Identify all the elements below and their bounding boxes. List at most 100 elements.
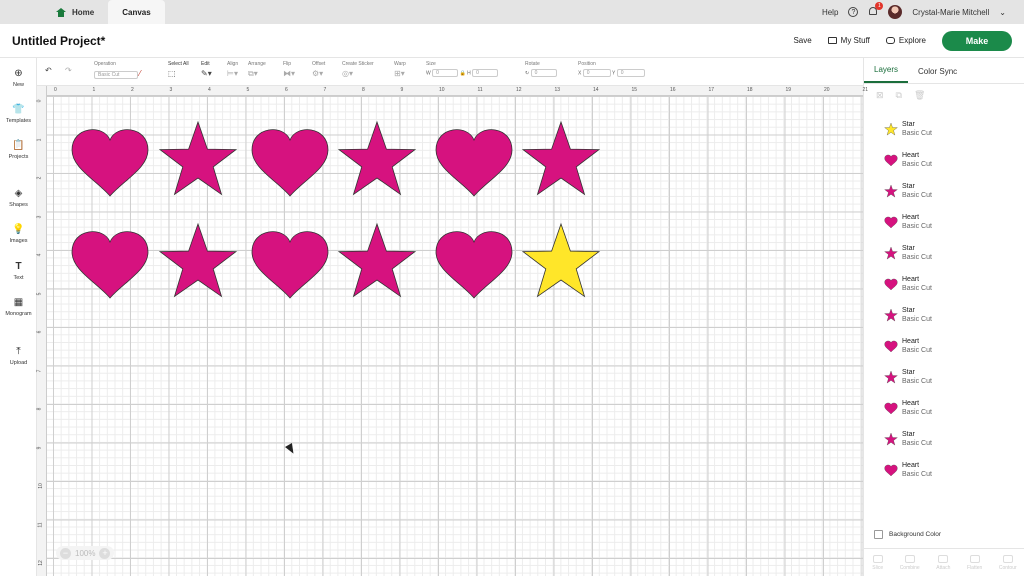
layer-name: Heart <box>902 461 920 469</box>
layer-operation: Basic Cut <box>902 222 932 230</box>
size-h-input[interactable]: 0 <box>472 69 499 77</box>
chevron-down-icon[interactable]: ⌄ <box>999 8 1006 17</box>
attach-button[interactable]: Attach <box>936 554 950 571</box>
make-button[interactable]: Make <box>942 30 1012 51</box>
create-sticker-group[interactable]: Create Sticker ◎▾ <box>342 61 374 78</box>
layer-item[interactable]: Star Basic Cut <box>864 175 1024 206</box>
save-button[interactable]: Save <box>793 36 811 45</box>
select-all-group[interactable]: Select All ⬚ <box>168 61 189 78</box>
layer-name: Star <box>902 120 915 128</box>
pos-y-input[interactable]: 0 <box>616 69 645 77</box>
sidebar-item-shapes[interactable]: ◈ Shapes <box>0 188 37 208</box>
layer-item[interactable]: Star Basic Cut <box>864 361 1024 392</box>
sidebar-upload-label: Upload <box>9 360 28 366</box>
layer-item[interactable]: Heart Basic Cut <box>864 144 1024 175</box>
project-title[interactable]: Untitled Project* <box>12 34 105 48</box>
star-icon <box>884 431 898 445</box>
arrange-group[interactable]: Arrange ⧉▾ <box>248 61 266 79</box>
canvas-star[interactable] <box>337 120 417 196</box>
explore-button[interactable]: Explore <box>885 36 926 45</box>
avatar[interactable] <box>888 5 903 19</box>
background-color-label: Background Color <box>889 531 942 538</box>
group-icon[interactable]: ⊠ <box>876 90 884 101</box>
warp-icon: ⊞▾ <box>394 69 405 78</box>
size-w-input[interactable]: 0 <box>432 69 459 77</box>
layers-list: Star Basic Cut Heart Basic Cut Star Basic Cut… <box>864 113 1024 485</box>
layer-item[interactable]: Star Basic Cut <box>864 113 1024 144</box>
offset-group[interactable]: Offset ⚙▾ <box>312 61 325 78</box>
canvas-heart[interactable] <box>71 231 149 299</box>
redo-button[interactable]: ↷ <box>65 66 72 75</box>
layer-item[interactable]: Heart Basic Cut <box>864 206 1024 237</box>
zoom-out-button[interactable]: − <box>60 547 71 559</box>
sidebar-item-images[interactable]: 💡 Images <box>0 224 37 244</box>
operation-select[interactable]: Basic Cut <box>94 70 138 79</box>
flip-group[interactable]: Flip ⧓▾ <box>283 61 295 78</box>
notifications-bell[interactable]: 1 <box>868 2 884 17</box>
position-label: Position <box>578 61 596 67</box>
layer-item[interactable]: Heart Basic Cut <box>864 392 1024 423</box>
canvas-heart[interactable] <box>435 231 513 299</box>
pos-x-input[interactable]: 0 <box>582 69 611 77</box>
align-group[interactable]: Align ⊨▾ <box>227 61 238 78</box>
canvas-heart[interactable] <box>435 129 513 197</box>
home-icon <box>56 7 66 17</box>
warp-group[interactable]: Warp ⊞▾ <box>394 61 406 78</box>
layer-operation: Basic Cut <box>902 346 932 354</box>
canvas-star[interactable] <box>158 222 238 298</box>
star-icon <box>884 369 898 383</box>
canvas-heart[interactable] <box>251 231 329 299</box>
canvas-star[interactable] <box>521 222 601 298</box>
slice-button[interactable]: Slice <box>872 554 883 571</box>
canvas-star[interactable] <box>521 120 601 196</box>
arrange-label: Arrange <box>248 61 266 67</box>
tab-color-sync[interactable]: Color Sync <box>908 67 967 83</box>
rotate-input[interactable]: 0 <box>530 69 557 77</box>
canvas-star[interactable] <box>158 120 238 196</box>
combine-button[interactable]: Combine <box>900 554 920 571</box>
help-icon[interactable]: ? <box>848 7 859 17</box>
canvas-heart[interactable] <box>71 129 149 197</box>
layer-item[interactable]: Star Basic Cut <box>864 299 1024 330</box>
contour-button[interactable]: Contour <box>999 554 1017 571</box>
sidebar-item-templates[interactable]: 👕 Templates <box>0 104 37 124</box>
sidebar-item-monogram[interactable]: ▦ Monogram <box>0 297 37 317</box>
flip-icon: ⧓▾ <box>283 69 296 78</box>
layer-name: Star <box>902 182 915 190</box>
layer-item[interactable]: Heart Basic Cut <box>864 454 1024 485</box>
undo-button[interactable]: ↶ <box>45 66 52 75</box>
canvas-tab[interactable]: Canvas <box>108 0 165 24</box>
save-label: Save <box>793 36 812 45</box>
sidebar-item-upload[interactable]: ⤒ Upload <box>0 346 37 366</box>
sidebar-item-new[interactable]: ⊕ New <box>0 68 37 88</box>
delete-icon[interactable]: 🗑 <box>914 90 925 101</box>
zoom-in-button[interactable]: + <box>99 547 111 559</box>
help-link[interactable]: Help <box>822 8 838 17</box>
background-color-row[interactable]: Background Color <box>874 530 941 539</box>
sidebar-item-text[interactable]: T Text <box>0 261 37 281</box>
explore-icon <box>885 37 895 44</box>
layer-item[interactable]: Star Basic Cut <box>864 237 1024 268</box>
layer-item[interactable]: Star Basic Cut <box>864 423 1024 454</box>
canvas-star[interactable] <box>337 222 417 298</box>
layer-operation: Basic Cut <box>902 129 932 137</box>
home-tab[interactable]: Home <box>0 0 108 24</box>
flatten-button[interactable]: Flatten <box>967 554 982 571</box>
layer-item[interactable]: Heart Basic Cut <box>864 330 1024 361</box>
canvas-heart[interactable] <box>251 129 329 197</box>
edit-group[interactable]: Edit ✎▾ <box>201 61 212 78</box>
pen-color-icon[interactable]: ⁄ <box>139 69 140 78</box>
tab-layers[interactable]: Layers <box>864 65 909 83</box>
canvas-tab-label: Canvas <box>122 7 151 17</box>
duplicate-icon[interactable]: ⧉ <box>896 90 902 101</box>
background-color-checkbox[interactable] <box>874 530 883 539</box>
sidebar-item-projects[interactable]: 📋 Projects <box>0 140 37 160</box>
layer-item[interactable]: Heart Basic Cut <box>864 268 1024 299</box>
my-stuff-label: My Stuff <box>840 36 870 45</box>
offset-icon: ⚙▾ <box>312 69 324 78</box>
lock-icon[interactable]: 🔒 <box>460 70 466 76</box>
my-stuff-button[interactable]: My Stuff <box>827 36 870 45</box>
user-name[interactable]: Crystal-Marie Mitchell <box>912 8 989 17</box>
lightbulb-icon: 💡 <box>12 224 25 235</box>
layer-operation: Basic Cut <box>902 253 932 261</box>
